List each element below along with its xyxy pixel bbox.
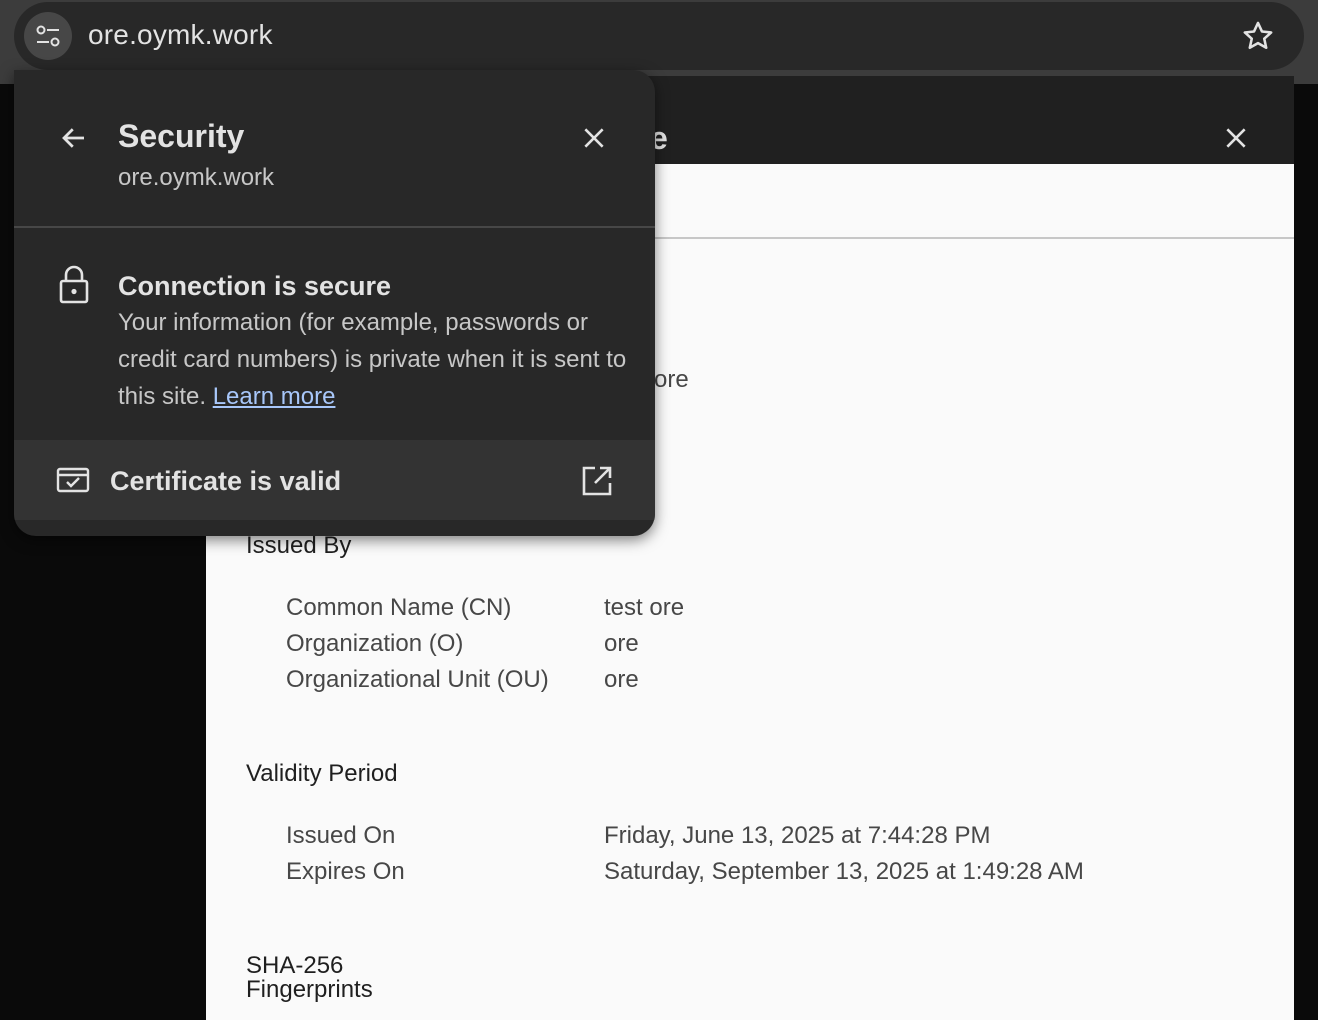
close-icon (584, 128, 604, 148)
connection-secure-body: Your information (for example, passwords… (118, 304, 628, 415)
star-icon (1243, 21, 1273, 50)
url-text[interactable]: ore.oymk.work (88, 19, 273, 51)
field-value: Friday, June 13, 2025 at 7:44:28 PM (604, 822, 991, 849)
site-settings-button[interactable] (24, 12, 72, 60)
omnibox[interactable]: ore.oymk.work (14, 2, 1304, 70)
field-label: Issued On (286, 822, 396, 849)
tune-icon (36, 25, 60, 47)
field-value: test ore (604, 594, 685, 621)
field-value: ore (604, 666, 639, 693)
lock-icon (59, 265, 89, 304)
validity-period-title: Validity Period (246, 760, 398, 787)
certificate-viewer-close-button[interactable] (1218, 120, 1254, 156)
field-value: Saturday, September 13, 2025 at 1:49:28 … (604, 858, 1084, 885)
field-label: Organizational Unit (OU) (286, 666, 549, 693)
certificate-icon (56, 467, 90, 493)
connection-secure-text: Your information (for example, passwords… (118, 309, 627, 410)
close-icon (1226, 128, 1246, 148)
security-popup: Security ore.oymk.work Connection is sec… (14, 70, 655, 536)
popup-title: Security (118, 118, 245, 154)
learn-more-link[interactable]: Learn more (213, 383, 336, 410)
bookmark-star-button[interactable] (1240, 18, 1276, 54)
fingerprints-title-line1: SHA-256 (246, 952, 344, 979)
popup-close-button[interactable] (574, 118, 614, 158)
popup-site: ore.oymk.work (118, 164, 275, 191)
certificate-valid-button[interactable]: Certificate is valid (14, 440, 655, 520)
issued-by-title: Issued By (246, 532, 352, 559)
field-label: Organization (O) (286, 630, 464, 657)
arrow-back-icon (62, 128, 84, 148)
field-value: ore (604, 630, 639, 657)
field-label: Common Name (CN) (286, 594, 512, 621)
fingerprints-title-line2: Fingerprints (246, 976, 373, 1003)
divider (14, 226, 655, 228)
back-button[interactable] (54, 118, 94, 158)
field-label: Expires On (286, 858, 405, 885)
connection-secure-title: Connection is secure (118, 271, 392, 301)
partial-field-value: ore (654, 366, 689, 393)
open-in-new-icon (582, 466, 612, 496)
certificate-valid-label: Certificate is valid (110, 466, 342, 496)
